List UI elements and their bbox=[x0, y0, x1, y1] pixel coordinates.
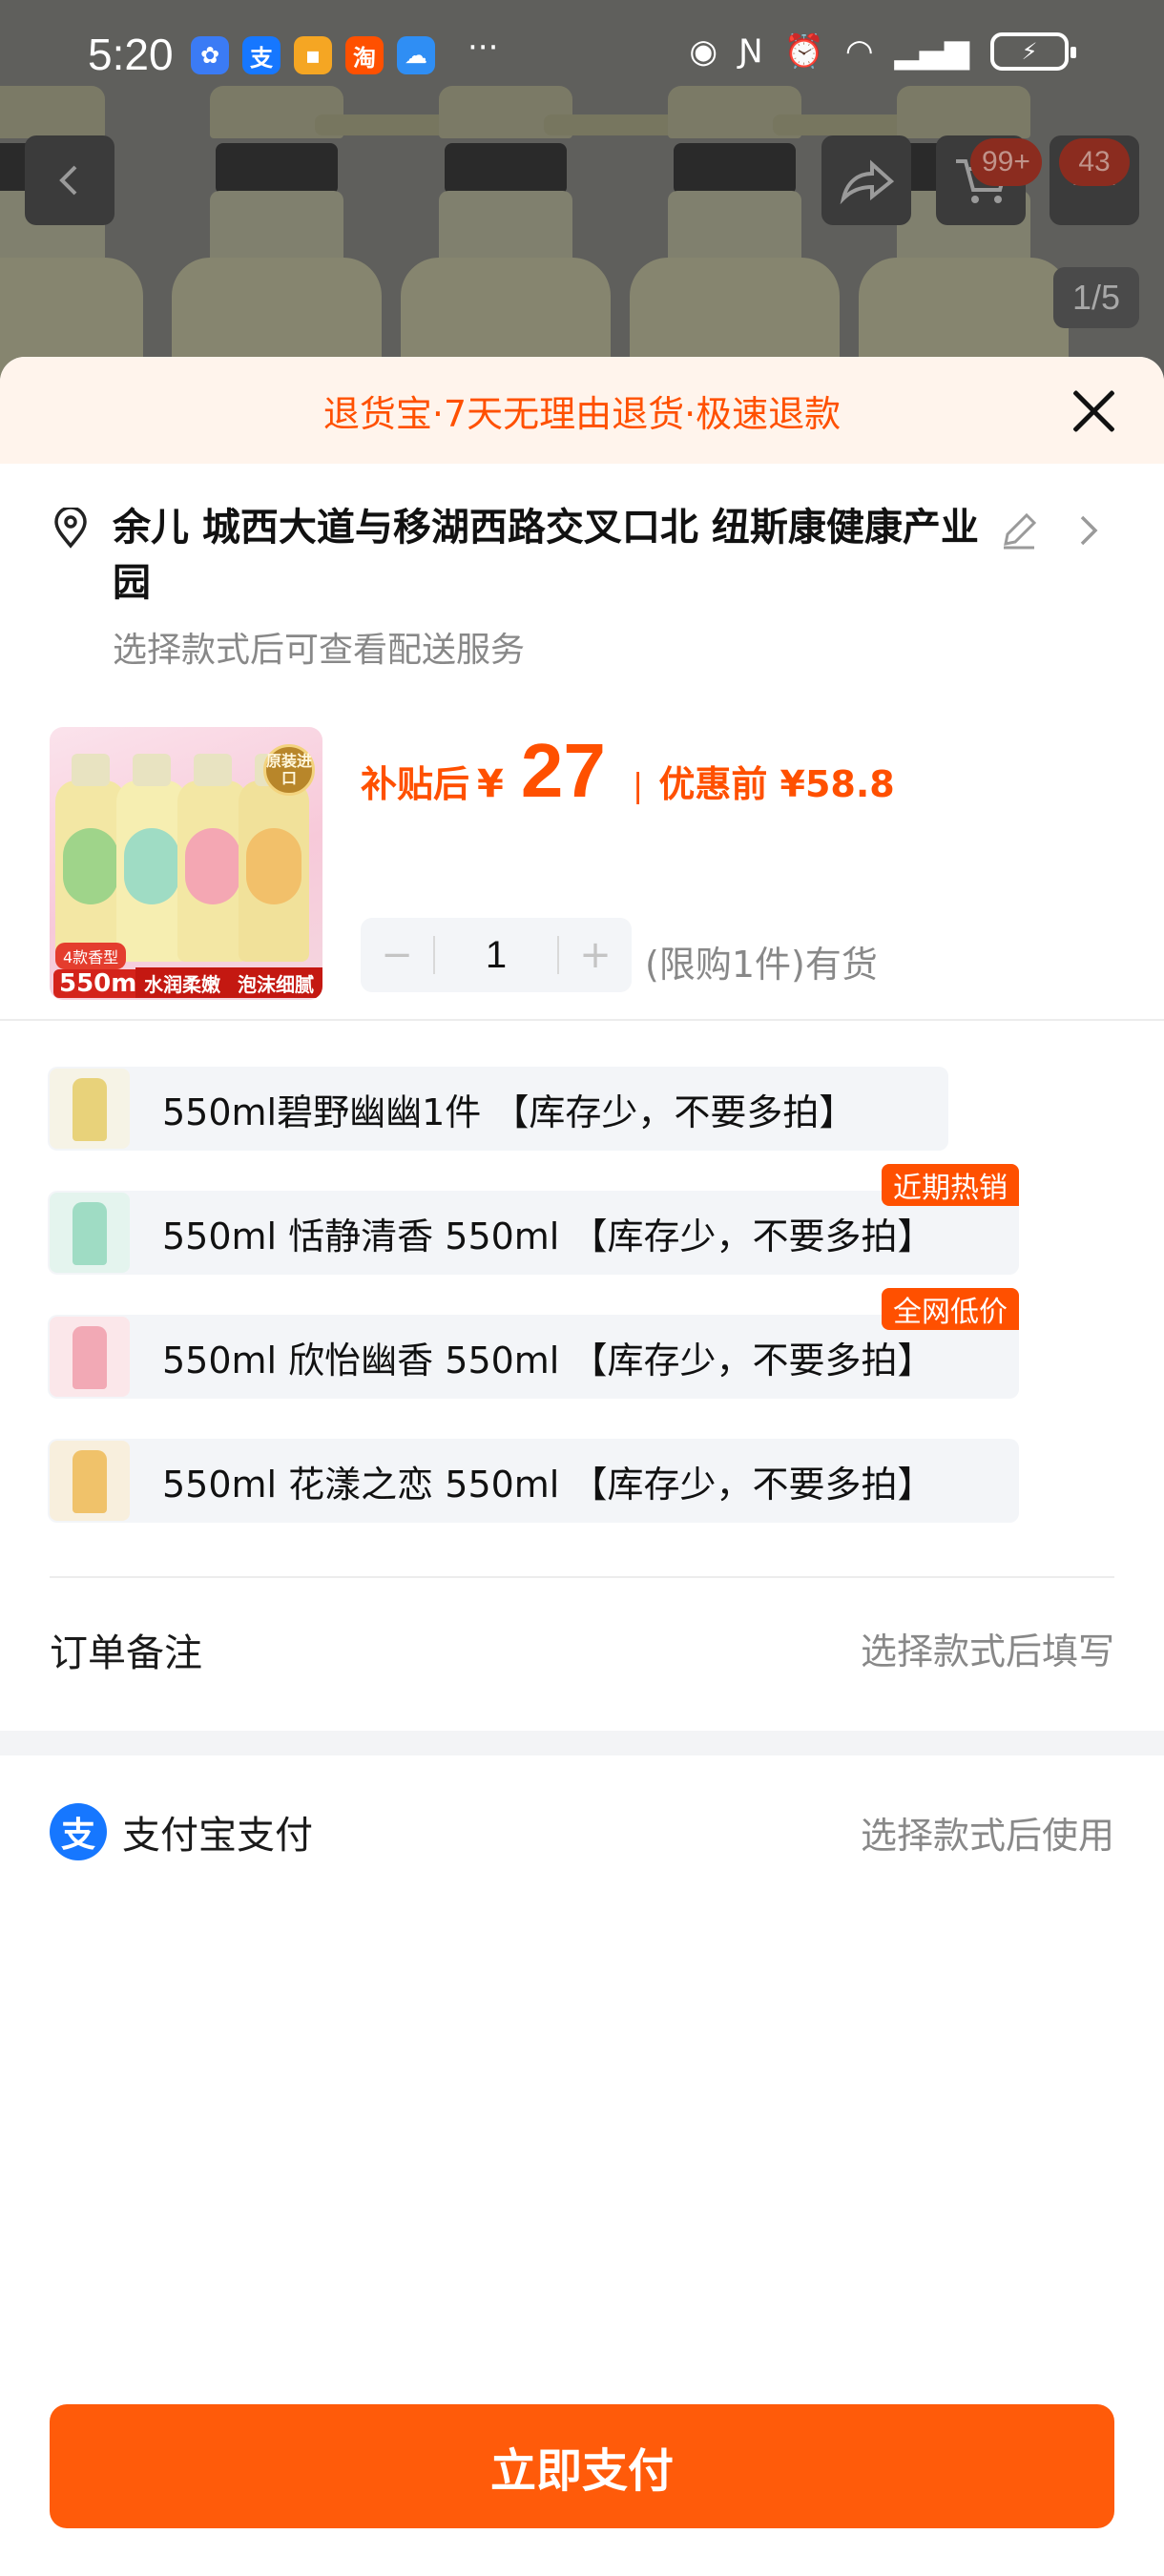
product-summary: 原装进口 4款香型 550ml 水润柔嫩 泡沫细腻 补贴后 ¥ 27 | 优惠前… bbox=[0, 727, 1164, 1013]
sku-option[interactable]: 550ml 恬静清香 550ml 【库存少，不要多拍】 近期热销 bbox=[48, 1164, 1019, 1275]
sku-option-label: 550ml 恬静清香 550ml 【库存少，不要多拍】 bbox=[162, 1215, 934, 1257]
wifi-icon: ◠ bbox=[844, 32, 874, 71]
import-seal: 原装进口 bbox=[263, 744, 315, 796]
address-section[interactable]: 余儿 城西大道与移湖西路交叉口北 纽斯康健康产业园 选择款式后可查看配送服务 bbox=[0, 500, 1164, 670]
order-remark-value: 选择款式后填写 bbox=[860, 1631, 1114, 1672]
current-price: 27 bbox=[520, 728, 606, 813]
share-icon bbox=[840, 159, 895, 204]
alipay-icon: 支 bbox=[50, 1803, 107, 1860]
location-pin-icon bbox=[54, 508, 87, 549]
baidu-icon: ✿ bbox=[191, 36, 229, 74]
sku-selection-sheet: 退货宝·7天无理由退货·极速退款 余儿 城西大道与移湖西路交叉口北 纽斯康健康产… bbox=[0, 357, 1164, 2576]
quantity-value[interactable]: 1 bbox=[435, 934, 557, 977]
notification-icons: ✿ 支 ▪ 淘 ☁ bbox=[191, 36, 435, 74]
sku-option[interactable]: 550ml 欣怡幽香 550ml 【库存少，不要多拍】 全网低价 bbox=[48, 1288, 1019, 1399]
thumb-bottle bbox=[239, 754, 309, 962]
order-remark-row[interactable]: 订单备注 选择款式后填写 bbox=[50, 1622, 1114, 1677]
cart-count-badge: 99+ bbox=[970, 138, 1042, 186]
system-icons: ◉ Ɲ ⏰ ◠ ▂▄▆ ⚡ bbox=[689, 32, 1076, 71]
more-notifications-icon: ··· bbox=[468, 29, 499, 67]
quantity-stepper: − 1 + bbox=[361, 918, 632, 992]
share-button[interactable] bbox=[821, 135, 911, 225]
thumb-bottle bbox=[55, 754, 126, 962]
image-pager: 1/5 bbox=[1053, 267, 1139, 328]
slogan-band: 水润柔嫩 泡沫细腻 bbox=[135, 967, 322, 998]
variant-count-tag: 4款香型 bbox=[55, 943, 127, 969]
order-remark-label: 订单备注 bbox=[50, 1631, 202, 1675]
sku-option-label: 550ml碧野幽幽1件 【库存少，不要多拍】 bbox=[162, 1091, 856, 1133]
sku-option-thumb bbox=[50, 1193, 130, 1273]
promo-banner-text: 退货宝·7天无理由退货·极速退款 bbox=[322, 392, 842, 435]
divider bbox=[50, 1576, 1114, 1578]
close-icon[interactable] bbox=[1070, 387, 1116, 433]
pay-now-button[interactable]: 立即支付 bbox=[50, 2404, 1114, 2528]
alipay-icon: 支 bbox=[242, 36, 281, 74]
note-icon: ▪ bbox=[294, 36, 332, 74]
chevron-right-icon[interactable] bbox=[1074, 509, 1103, 551]
hot-sale-tag: 近期热销 bbox=[882, 1164, 1019, 1206]
currency-symbol: ¥ bbox=[477, 762, 504, 806]
thumb-bottle bbox=[177, 754, 248, 962]
price-separator: | bbox=[632, 767, 644, 805]
delivery-hint: 选择款式后可查看配送服务 bbox=[113, 631, 526, 670]
subsidy-label: 补贴后 bbox=[361, 763, 470, 805]
slogan-2: 泡沫细腻 bbox=[238, 972, 314, 996]
thumb-bottle bbox=[116, 754, 187, 962]
lowest-price-tag: 全网低价 bbox=[882, 1288, 1019, 1330]
sku-option-thumb bbox=[50, 1317, 130, 1397]
message-count-badge: 43 bbox=[1059, 138, 1130, 186]
back-button[interactable] bbox=[25, 135, 114, 225]
sku-option-thumb bbox=[50, 1069, 130, 1149]
payment-method-value: 选择款式后使用 bbox=[860, 1814, 1114, 1857]
sku-option-thumb bbox=[50, 1441, 130, 1521]
divider bbox=[0, 1019, 1164, 1021]
promo-banner: 退货宝·7天无理由退货·极速退款 bbox=[0, 357, 1164, 464]
price-line: 补贴后 ¥ 27 | 优惠前 ¥58.8 bbox=[361, 727, 895, 815]
weather-icon: ☁ bbox=[397, 36, 435, 74]
quantity-increase-button[interactable]: + bbox=[559, 933, 632, 977]
status-time: 5:20 bbox=[88, 30, 174, 79]
sku-option[interactable]: 550ml 花漾之恋 550ml 【库存少，不要多拍】 bbox=[48, 1439, 1019, 1523]
eye-icon: ◉ bbox=[689, 32, 718, 71]
alarm-icon: ⏰ bbox=[783, 32, 824, 71]
taobao-icon: 淘 bbox=[345, 36, 384, 74]
status-bar: 5:20 ✿ 支 ▪ 淘 ☁ ··· ◉ Ɲ ⏰ ◠ ▂▄▆ ⚡ bbox=[0, 0, 1164, 113]
sku-option-label: 550ml 花漾之恋 550ml 【库存少，不要多拍】 bbox=[162, 1463, 934, 1506]
stock-status: (限购1件)有货 bbox=[645, 944, 878, 986]
chevron-left-icon bbox=[59, 165, 77, 196]
payment-method-row[interactable]: 支 支付宝支付 选择款式后使用 bbox=[50, 1803, 1114, 1860]
nfc-icon: Ɲ bbox=[738, 32, 763, 71]
section-separator bbox=[0, 1731, 1164, 1755]
sku-option-label: 550ml 欣怡幽香 550ml 【库存少，不要多拍】 bbox=[162, 1339, 934, 1381]
address-text: 余儿 城西大道与移湖西路交叉口北 纽斯康健康产业园 bbox=[113, 506, 979, 605]
edit-icon[interactable] bbox=[998, 509, 1040, 551]
battery-charging-icon: ⚡ bbox=[990, 32, 1076, 71]
quantity-decrease-button[interactable]: − bbox=[361, 933, 433, 977]
payment-method-label: 支付宝支付 bbox=[122, 1814, 313, 1858]
signal-icon: ▂▄▆ bbox=[894, 32, 969, 71]
original-price: 优惠前 ¥58.8 bbox=[658, 763, 895, 805]
slogan-1: 水润柔嫩 bbox=[144, 972, 220, 996]
sku-option[interactable]: 550ml碧野幽幽1件 【库存少，不要多拍】 bbox=[48, 1067, 948, 1151]
product-thumbnail[interactable]: 原装进口 4款香型 550ml 水润柔嫩 泡沫细腻 bbox=[50, 727, 322, 1000]
